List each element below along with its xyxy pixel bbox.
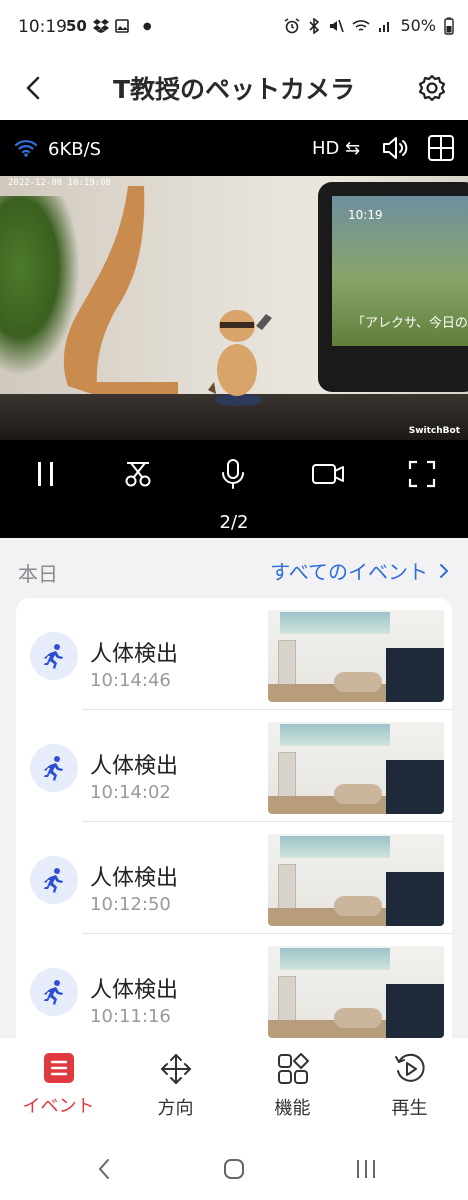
motion-person-icon xyxy=(30,744,78,792)
event-time: 10:14:46 xyxy=(90,670,171,691)
all-events-link[interactable]: すべてのイベント xyxy=(270,556,450,585)
signal-icon xyxy=(379,21,390,32)
camera-top-bar: 6KB/S HD ⇆ xyxy=(0,120,468,176)
settings-button[interactable] xyxy=(412,68,452,108)
tab-playback[interactable]: 再生 xyxy=(351,1052,468,1132)
chevron-left-icon xyxy=(98,1159,109,1179)
event-title: 人体検出 xyxy=(90,754,179,779)
pause-icon xyxy=(38,462,53,486)
record-button[interactable] xyxy=(308,454,348,494)
microphone-icon xyxy=(222,459,244,489)
event-item[interactable]: 人体検出 10:12:50 xyxy=(16,822,452,934)
list-icon xyxy=(43,1053,74,1083)
events-section: 本日 すべてのイベント 人体検出 10:14:46 人体検出 10:14:02 … xyxy=(0,538,468,1058)
video-camera-icon xyxy=(312,464,344,484)
bitrate-readout: 6KB/S xyxy=(48,139,102,160)
event-time: 10:14:02 xyxy=(90,782,171,803)
event-list: 人体検出 10:14:46 人体検出 10:14:02 人体検出 10:12:5… xyxy=(16,598,452,1058)
motion-person-icon xyxy=(30,856,78,904)
all-events-label: すべてのイベント xyxy=(270,560,428,584)
status-bar: 10:19 50 ● 50% xyxy=(0,0,468,56)
event-item[interactable]: 人体検出 10:11:16 xyxy=(16,934,452,1046)
video-timestamp: 2022-12-08 10:19:08 xyxy=(8,178,111,188)
chevron-right-icon xyxy=(440,563,449,578)
video-figurine xyxy=(208,310,272,406)
event-title: 人体検出 xyxy=(90,978,179,1003)
status-notifications: 50 ● xyxy=(66,17,152,35)
event-thumbnail[interactable] xyxy=(268,834,444,926)
tab-playback-label: 再生 xyxy=(391,1098,428,1119)
event-item[interactable]: 人体検出 10:14:02 xyxy=(16,710,452,822)
battery-icon xyxy=(444,17,454,35)
quality-label: HD xyxy=(312,138,340,159)
event-time: 10:12:50 xyxy=(90,894,171,915)
gear-icon xyxy=(418,74,446,102)
fullscreen-button[interactable] xyxy=(402,454,442,494)
pause-button[interactable] xyxy=(26,454,66,494)
fullscreen-icon xyxy=(408,460,436,488)
event-thumbnail[interactable] xyxy=(268,610,444,702)
event-time: 10:11:16 xyxy=(90,1006,171,1027)
speaker-button[interactable] xyxy=(380,134,412,162)
tab-direction[interactable]: 方向 xyxy=(117,1052,234,1132)
event-title: 人体検出 xyxy=(90,642,179,667)
bottom-tab-bar: イベント 方向 機能 再生 xyxy=(0,1038,468,1136)
mute-icon xyxy=(330,19,345,32)
swap-arrows-icon: ⇆ xyxy=(345,138,361,159)
status-time: 10:19 xyxy=(18,17,67,37)
tab-features-label: 機能 xyxy=(274,1098,311,1119)
grid-shapes-icon xyxy=(277,1053,309,1084)
quality-toggle-button[interactable]: HD ⇆ xyxy=(312,138,360,159)
event-item[interactable]: 人体検出 10:14:46 xyxy=(16,598,452,710)
event-thumbnail[interactable] xyxy=(268,946,444,1038)
motion-person-icon xyxy=(30,632,78,680)
tab-events-label: イベント xyxy=(22,1096,95,1117)
status-system-icons: 50% xyxy=(284,16,454,35)
home-square-icon xyxy=(224,1159,244,1179)
app-header: T教授のペットカメラ xyxy=(0,56,468,120)
screenshot-button[interactable] xyxy=(118,454,158,494)
smart-display-time: 10:19 xyxy=(348,208,383,222)
battery-percent: 50% xyxy=(400,16,436,35)
smart-display-text: 「アレクサ、今日の xyxy=(352,316,468,331)
wifi-status-icon xyxy=(352,19,370,31)
image-icon xyxy=(115,19,129,33)
video-watermark: SwitchBot xyxy=(408,426,460,436)
live-video-feed[interactable]: 10:19 「アレクサ、今日の 2022-12-08 10:19:08 Swit… xyxy=(0,176,468,440)
wifi-icon xyxy=(14,140,38,157)
bluetooth-icon xyxy=(309,17,320,34)
page-indicator: 2/2 xyxy=(219,512,249,533)
event-title: 人体検出 xyxy=(90,866,179,891)
alarm-icon xyxy=(285,17,300,33)
microphone-button[interactable] xyxy=(213,454,253,494)
scissors-icon xyxy=(125,462,151,487)
system-back-button[interactable] xyxy=(84,1154,124,1184)
move-arrows-icon xyxy=(160,1054,191,1084)
system-home-button[interactable] xyxy=(214,1154,254,1184)
today-label: 本日 xyxy=(18,562,58,586)
recents-icon xyxy=(357,1160,375,1178)
dot-icon: ● xyxy=(142,20,152,32)
grid-view-icon xyxy=(428,135,454,161)
video-lamp xyxy=(63,186,178,398)
notification-count: 50 xyxy=(66,17,87,35)
tab-direction-label: 方向 xyxy=(157,1098,194,1119)
dropbox-icon xyxy=(92,19,109,33)
system-recents-button[interactable] xyxy=(346,1154,386,1184)
motion-person-icon xyxy=(30,968,78,1016)
tab-features[interactable]: 機能 xyxy=(234,1052,351,1132)
page-title: T教授のペットカメラ xyxy=(112,75,356,104)
tab-events[interactable]: イベント xyxy=(0,1052,117,1132)
replay-icon xyxy=(394,1053,425,1082)
speaker-icon xyxy=(383,137,408,159)
camera-controls: 2/2 xyxy=(0,440,468,538)
event-thumbnail[interactable] xyxy=(268,722,444,814)
system-navigation-bar xyxy=(0,1136,468,1200)
multi-view-button[interactable] xyxy=(426,133,456,163)
